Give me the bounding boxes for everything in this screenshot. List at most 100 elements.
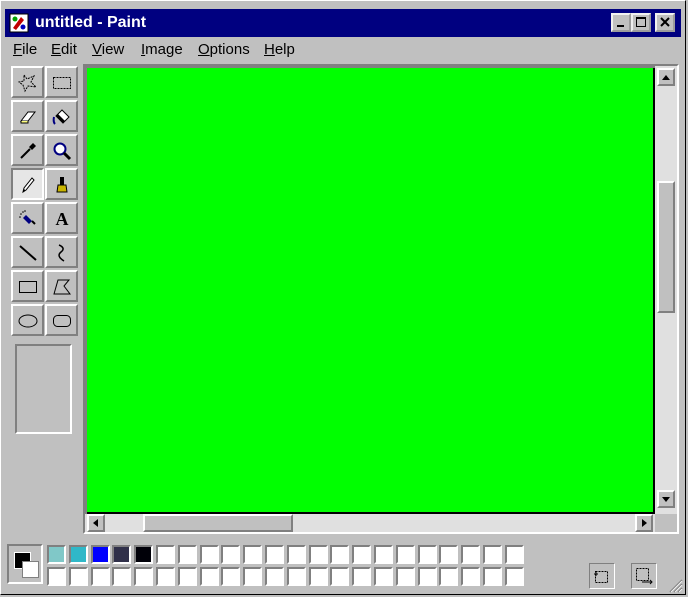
vertical-scrollbar[interactable] bbox=[655, 66, 677, 514]
palette-swatch[interactable] bbox=[156, 567, 175, 586]
palette-swatch[interactable] bbox=[308, 545, 328, 564]
rounded-rect-icon bbox=[53, 315, 71, 327]
tool-rounded-rectangle[interactable] bbox=[45, 304, 78, 336]
scroll-left-button[interactable] bbox=[87, 514, 105, 532]
tool-curve[interactable] bbox=[45, 236, 78, 268]
palette-swatch[interactable] bbox=[417, 545, 437, 564]
menu-options[interactable]: Options bbox=[198, 41, 250, 59]
tool-airbrush[interactable] bbox=[11, 202, 44, 234]
tool-ellipse[interactable] bbox=[11, 304, 44, 336]
palette-swatch[interactable] bbox=[112, 567, 132, 586]
palette-swatch[interactable] bbox=[504, 567, 524, 586]
palette-swatch[interactable] bbox=[47, 545, 66, 564]
eyedropper-icon bbox=[20, 143, 36, 159]
current-colors[interactable] bbox=[7, 544, 43, 584]
close-icon bbox=[660, 17, 670, 27]
palette-swatch[interactable] bbox=[134, 545, 154, 564]
palette-swatch[interactable] bbox=[417, 567, 437, 586]
palette-swatch[interactable] bbox=[330, 545, 350, 564]
ellipse-icon bbox=[18, 314, 38, 328]
text-icon: A bbox=[56, 209, 69, 229]
tool-magnifier[interactable] bbox=[45, 134, 78, 166]
resize-grip-icon[interactable] bbox=[665, 575, 683, 593]
rect-select-icon bbox=[53, 77, 71, 89]
palette-swatch[interactable] bbox=[68, 545, 88, 564]
menu-view[interactable]: View bbox=[92, 41, 124, 59]
paint-app-icon[interactable] bbox=[9, 13, 29, 33]
tool-brush[interactable] bbox=[45, 168, 78, 200]
tool-select[interactable] bbox=[45, 66, 78, 98]
tool-line[interactable] bbox=[11, 236, 44, 268]
menu-bar: File Edit View Image Options Help bbox=[5, 38, 681, 62]
menu-edit-accel: E bbox=[51, 41, 62, 58]
palette-swatch[interactable] bbox=[461, 567, 481, 586]
menu-view-accel: V bbox=[92, 41, 102, 58]
menu-file[interactable]: File bbox=[13, 41, 37, 59]
minimize-button[interactable] bbox=[611, 13, 631, 32]
tool-fill-with-color[interactable] bbox=[45, 100, 78, 132]
palette-swatch[interactable] bbox=[352, 545, 372, 564]
tool-rectangle[interactable] bbox=[11, 270, 44, 302]
scroll-down-button[interactable] bbox=[657, 490, 675, 508]
palette-swatch[interactable] bbox=[134, 567, 154, 586]
tool-polygon[interactable] bbox=[45, 270, 78, 302]
palette-swatch[interactable] bbox=[439, 545, 459, 564]
palette-swatch[interactable] bbox=[199, 567, 219, 586]
palette-swatch[interactable] bbox=[199, 545, 219, 564]
palette-swatch[interactable] bbox=[221, 567, 241, 586]
menu-image[interactable]: Image bbox=[141, 41, 183, 59]
menu-edit[interactable]: Edit bbox=[51, 41, 77, 59]
tool-pencil[interactable] bbox=[11, 168, 44, 200]
background-color[interactable] bbox=[22, 561, 39, 578]
palette-swatch[interactable] bbox=[504, 545, 524, 564]
palette-swatch[interactable] bbox=[90, 567, 110, 586]
color-palette bbox=[7, 541, 524, 591]
palette-swatch[interactable] bbox=[395, 545, 415, 564]
palette-swatch[interactable] bbox=[352, 567, 372, 586]
polygon-icon bbox=[53, 279, 71, 295]
vertical-scroll-thumb[interactable] bbox=[657, 181, 675, 314]
palette-swatch[interactable] bbox=[439, 567, 459, 586]
menu-view-label: iew bbox=[101, 41, 125, 58]
palette-swatch[interactable] bbox=[286, 567, 306, 586]
palette-swatch[interactable] bbox=[483, 545, 502, 564]
palette-swatch[interactable] bbox=[395, 567, 415, 586]
palette-swatch[interactable] bbox=[243, 567, 263, 586]
horizontal-scroll-thumb[interactable] bbox=[143, 514, 293, 532]
palette-swatch[interactable] bbox=[286, 545, 306, 564]
palette-swatch[interactable] bbox=[374, 567, 393, 586]
close-button[interactable] bbox=[655, 13, 675, 32]
palette-swatch[interactable] bbox=[156, 545, 175, 564]
palette-swatch[interactable] bbox=[265, 545, 284, 564]
palette-swatch[interactable] bbox=[177, 567, 197, 586]
selection-position-icon bbox=[589, 563, 615, 589]
horizontal-scrollbar[interactable] bbox=[85, 514, 655, 532]
menu-help[interactable]: Help bbox=[264, 41, 295, 59]
minimize-icon bbox=[617, 25, 624, 27]
tool-pick-color[interactable] bbox=[11, 134, 44, 166]
maximize-button[interactable] bbox=[631, 13, 651, 32]
palette-swatch[interactable] bbox=[68, 567, 88, 586]
tool-eraser[interactable] bbox=[11, 100, 44, 132]
palette-swatch[interactable] bbox=[221, 545, 241, 564]
menu-image-label: mage bbox=[145, 41, 183, 58]
palette-swatch[interactable] bbox=[177, 545, 197, 564]
palette-swatch[interactable] bbox=[243, 545, 263, 564]
palette-swatch[interactable] bbox=[374, 545, 393, 564]
rectangle-icon bbox=[19, 281, 37, 293]
palette-swatch[interactable] bbox=[265, 567, 284, 586]
palette-swatch[interactable] bbox=[461, 545, 481, 564]
tool-options-box[interactable] bbox=[15, 344, 72, 434]
tool-free-form-select[interactable] bbox=[11, 66, 44, 98]
scroll-up-button[interactable] bbox=[657, 68, 675, 86]
palette-swatch[interactable] bbox=[308, 567, 328, 586]
palette-swatch[interactable] bbox=[90, 545, 110, 564]
title-bar[interactable]: untitled - Paint bbox=[5, 9, 681, 37]
drawing-canvas[interactable] bbox=[87, 68, 655, 514]
palette-swatch[interactable] bbox=[47, 567, 66, 586]
palette-swatch[interactable] bbox=[483, 567, 502, 586]
palette-swatch[interactable] bbox=[330, 567, 350, 586]
palette-swatch[interactable] bbox=[112, 545, 132, 564]
scroll-right-button[interactable] bbox=[635, 514, 653, 532]
tool-text[interactable]: A bbox=[45, 202, 78, 234]
